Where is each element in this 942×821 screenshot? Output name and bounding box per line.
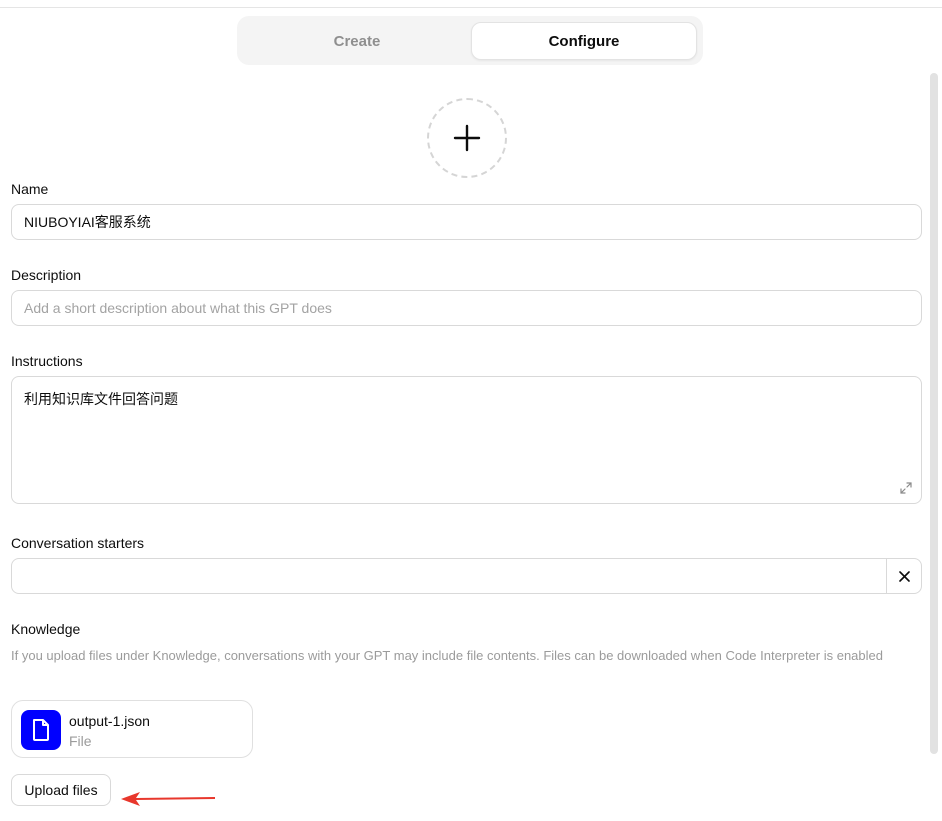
plus-icon <box>453 124 481 152</box>
conversation-starters-label: Conversation starters <box>11 535 145 551</box>
name-label: Name <box>11 181 49 197</box>
upload-files-button[interactable]: Upload files <box>11 774 111 806</box>
conversation-starter-row <box>11 558 922 594</box>
file-icon-badge <box>21 710 61 750</box>
add-avatar-button[interactable] <box>427 98 507 178</box>
instructions-label: Instructions <box>11 353 83 369</box>
conversation-starter-input[interactable] <box>12 559 887 593</box>
instructions-text: 利用知识库文件回答问题 <box>24 391 178 407</box>
file-type: File <box>69 733 92 749</box>
tab-configure[interactable]: Configure <box>471 22 697 60</box>
knowledge-label: Knowledge <box>11 621 81 637</box>
red-arrow-icon <box>121 792 215 806</box>
knowledge-file-card[interactable]: output-1.json File <box>11 700 253 758</box>
mode-tabs: Create Configure <box>237 16 703 65</box>
description-label: Description <box>11 267 82 283</box>
expand-icon[interactable] <box>899 481 913 495</box>
instructions-field[interactable]: 利用知识库文件回答问题 <box>11 376 922 504</box>
scrollbar[interactable] <box>930 73 938 754</box>
tab-create[interactable]: Create <box>244 22 470 60</box>
file-icon <box>33 719 49 741</box>
file-name: output-1.json <box>69 713 150 729</box>
remove-starter-button[interactable] <box>886 559 921 593</box>
top-divider <box>0 7 942 8</box>
close-icon <box>898 570 910 582</box>
name-field[interactable]: NIUBOYIAI客服系统 <box>11 204 922 240</box>
description-field[interactable]: Add a short description about what this … <box>11 290 922 326</box>
knowledge-note: If you upload files under Knowledge, con… <box>11 648 883 663</box>
